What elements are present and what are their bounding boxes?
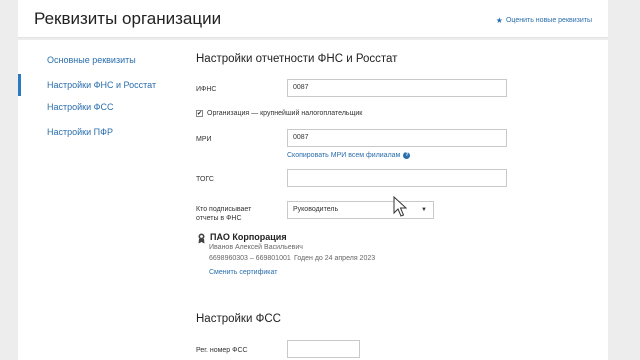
- star-icon: ★: [495, 16, 503, 25]
- signer-select[interactable]: Руководитель ▼: [287, 201, 434, 219]
- mri-label: МРИ: [196, 136, 212, 143]
- fns-section-title: Настройки отчетности ФНС и Росстат: [196, 53, 398, 65]
- sidebar-item-fss[interactable]: Настройки ФСС: [18, 96, 178, 118]
- certificate-person: Иванов Алексей Васильевич: [209, 244, 303, 251]
- certificate-icon: [198, 233, 205, 244]
- help-icon[interactable]: ?: [403, 152, 411, 159]
- signer-label-line1: Кто подписывает: [196, 206, 252, 213]
- sidebar-item-pfr[interactable]: Настройки ПФР: [18, 121, 178, 143]
- sidebar-item-main-requisites[interactable]: Основные реквизиты: [18, 49, 178, 71]
- signer-label-line2: отчеты в ФНС: [196, 215, 242, 222]
- chevron-down-icon: ▼: [421, 207, 427, 213]
- signer-label: Кто подписывает отчеты в ФНС: [196, 205, 251, 223]
- mouse-pointer-icon: [393, 196, 407, 217]
- fss-reg-number-input[interactable]: [287, 340, 360, 358]
- fss-reg-number-label: Рег. номер ФСС: [196, 347, 248, 354]
- copy-mri-label: Скопировать МРИ всем филиалам: [287, 152, 401, 159]
- copy-mri-link[interactable]: Скопировать МРИ всем филиалам ?: [287, 152, 411, 159]
- rate-link-label: Оценить новые реквизиты: [505, 17, 592, 24]
- page-header: Реквизиты организации ★ Оценить новые ре…: [18, 0, 608, 38]
- certificate-valid-until: Годен до 24 апреля 2023: [294, 255, 376, 262]
- sidebar-item-fns-rosstat[interactable]: Настройки ФНС и Росстат: [18, 74, 178, 96]
- togs-label: ТОГС: [196, 176, 214, 183]
- togs-input[interactable]: [287, 169, 507, 187]
- largest-taxpayer-label: Организация — крупнейший налогоплательщи…: [207, 110, 363, 117]
- rate-new-requisites-link[interactable]: ★ Оценить новые реквизиты: [496, 16, 592, 25]
- mri-input[interactable]: 0087: [287, 129, 507, 147]
- ifns-label: ИФНС: [196, 86, 217, 93]
- page-title: Реквизиты организации: [34, 9, 222, 28]
- ifns-input[interactable]: 0087: [287, 79, 507, 97]
- largest-taxpayer-row[interactable]: ✔ Организация — крупнейший налогоплатель…: [196, 110, 362, 117]
- certificate-org-name: ПАО Корпорация: [210, 232, 287, 242]
- certificate-codes: 6698960303 – 669801001: [209, 255, 291, 262]
- fss-section-title: Настройки ФСС: [196, 313, 281, 325]
- sidebar: Основные реквизиты Настройки ФНС и Росст…: [18, 40, 178, 360]
- change-certificate-link[interactable]: Сменить сертификат: [209, 269, 277, 276]
- largest-taxpayer-checkbox[interactable]: ✔: [196, 110, 203, 117]
- settings-card: Основные реквизиты Настройки ФНС и Росст…: [18, 40, 608, 360]
- signer-select-value: Руководитель: [293, 206, 339, 213]
